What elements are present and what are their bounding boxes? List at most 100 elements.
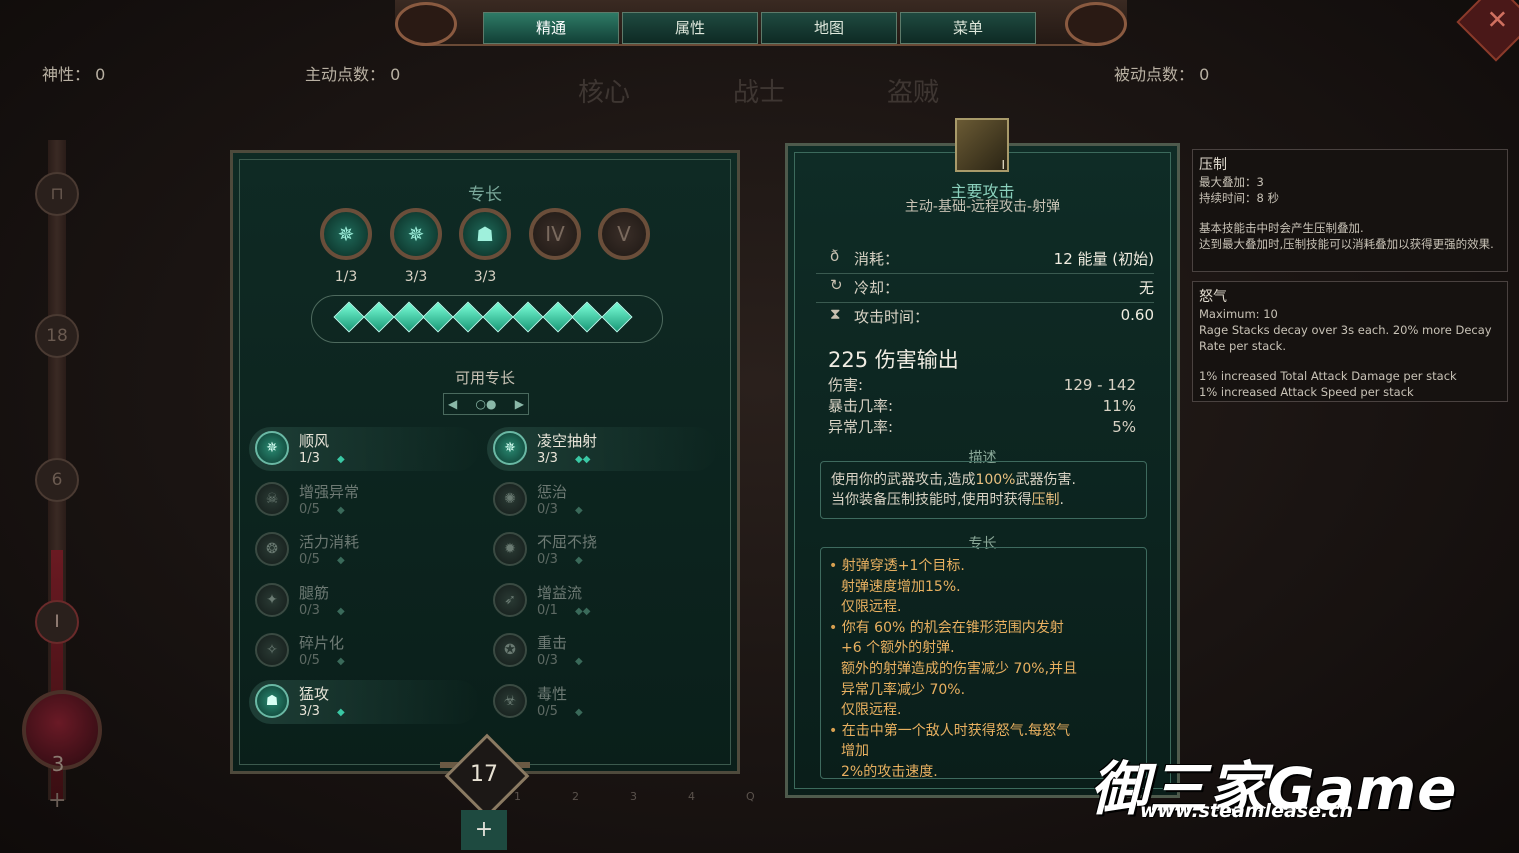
damage-row: 伤害: 129 - 142 — [828, 375, 1136, 396]
spec-item-name: 增强异常 — [299, 482, 360, 501]
mastery-node-5[interactable]: V — [598, 208, 650, 260]
spec-item[interactable]: ☠ 增强异常 0/5 ◆ — [249, 478, 479, 522]
spec-item[interactable]: ✵ 凌空抽射 3/3 ◆◆ — [487, 427, 717, 471]
crit-row: 暴击几率: 11% — [828, 396, 1136, 417]
lock-icon: ⊓ — [35, 172, 79, 216]
spec-item[interactable]: ✪ 重击 0/3 ◆ — [487, 629, 717, 673]
hotkey-3: 3 — [630, 790, 637, 803]
spec-item-count: 0/3 — [299, 602, 320, 618]
spec-item-count: 0/5 — [299, 501, 320, 517]
mastery-node-2[interactable]: ✵ — [390, 208, 442, 260]
spec-item-pips-icon: ◆ — [337, 555, 345, 566]
add-spec-point-button[interactable]: + — [461, 810, 507, 850]
spec-item-count: 3/3 — [299, 703, 320, 719]
desc-text: 使用你的武器攻击,造成 — [831, 472, 976, 488]
spec-item[interactable]: ☗ 猛攻 3/3 ◆ — [249, 679, 479, 724]
tab-map[interactable]: 地图 — [761, 12, 897, 44]
spec-item-pips-icon: ◆ — [575, 555, 583, 566]
spec-item-pips-icon: ◆ — [575, 504, 583, 516]
mastery-node-2-icon: ✵ — [407, 222, 425, 246]
spec-effect-line: 额外的射弹造成的伤害减少 70%,并且 — [829, 659, 1077, 680]
spec-pager: ◀ ○● ▶ — [443, 393, 529, 415]
divinity-stat: 神性： 0 — [42, 61, 105, 85]
divinity-value: 0 — [95, 65, 106, 84]
spec-item[interactable]: ✧ 碎片化 0/5 ◆ — [249, 629, 479, 673]
anomaly-value: 5% — [1112, 418, 1136, 436]
spec-item-count: 0/3 — [537, 501, 558, 517]
spec-effect-line: +6 个额外的射弹. — [829, 638, 1077, 659]
specialization-gem-bar — [311, 295, 663, 343]
spec-item[interactable]: ✹ 不屈不挠 0/3 ◆ — [487, 528, 717, 572]
spec-gem-icon — [542, 301, 574, 333]
cooldown-icon: ↻ — [830, 276, 843, 294]
tab-menu[interactable]: 菜单 — [900, 12, 1036, 44]
desc-text: 当你装备压制技能时,使用时获得 — [831, 492, 1032, 508]
tooltip-line: 基本技能击中时会产生压制叠加. — [1199, 221, 1364, 235]
cost-row: ð 消耗： 12 能量 (初始) — [816, 246, 1154, 272]
crit-label: 暴击几率: — [828, 397, 894, 415]
spec-effect-line: • 射弹穿透+1个目标. — [829, 556, 1077, 577]
mastery-node-1-label: 1/3 — [334, 269, 358, 285]
spec-item-icon: ☣ — [493, 683, 527, 718]
spec-gem-icon — [601, 301, 633, 333]
available-specs-title: 可用专长 — [454, 369, 515, 387]
spec-gem-icon — [333, 301, 365, 333]
spec-item[interactable]: ✺ 惩治 0/3 ◆ — [487, 478, 717, 522]
tooltip-line: Maximum: 10 — [1199, 307, 1278, 321]
prev-page-icon[interactable]: ◀ — [448, 394, 457, 414]
mastery-node-3-icon: ☗ — [476, 222, 494, 246]
spec-item-name: 活力消耗 — [299, 533, 360, 551]
spec-item[interactable]: ✵ 顺风 1/3 ◆ — [249, 427, 479, 471]
cooldown-value: 无 — [1138, 279, 1154, 297]
skill-tags: 主动-基础-远程攻击-射弹 — [904, 199, 1061, 215]
category-core[interactable]: 核心 — [578, 72, 630, 109]
category-rogue[interactable]: 盗贼 — [887, 72, 939, 109]
cost-label: 消耗： — [854, 250, 900, 268]
primary-attack-icon: I — [955, 118, 1009, 172]
spec-effect-text: 异常几率减少 70%. — [841, 681, 966, 698]
attack-time-value: 0.60 — [1120, 306, 1154, 324]
spec-item[interactable]: ☣ 毒性 0/5 ◆ — [487, 680, 717, 724]
spec-item[interactable]: ❂ 活力消耗 0/5 ◆ — [249, 528, 479, 572]
top-navigation: 精通 属性 地图 菜单 — [395, 0, 1127, 46]
desc-highlight: 压制 — [1031, 492, 1060, 508]
tab-attributes[interactable]: 属性 — [622, 12, 758, 44]
mastery-node-3[interactable]: ☗ — [459, 208, 511, 260]
close-icon: ✕ — [1486, 5, 1509, 36]
tooltip-spacer — [1199, 354, 1501, 368]
next-page-icon[interactable]: ▶ — [515, 394, 524, 414]
damage-label: 伤害: — [828, 376, 864, 394]
bullet-icon: • — [829, 558, 842, 574]
spec-effect-text: 额外的射弹造成的伤害减少 70%,并且 — [841, 660, 1078, 677]
bullet-icon: • — [829, 619, 842, 636]
spec-item-name: 碎片化 — [299, 634, 345, 652]
nav-right-ornament — [1065, 2, 1127, 46]
damage-stats: 伤害: 129 - 142 暴击几率: 11% 异常几率: 5% — [828, 375, 1136, 438]
mastery-node-4[interactable]: IV — [529, 208, 581, 260]
mastery-node-1[interactable]: ✵ — [320, 208, 372, 260]
category-warrior[interactable]: 战士 — [733, 72, 785, 109]
spec-item-name: 顺风 — [299, 432, 330, 450]
crit-value: 11% — [1102, 397, 1136, 415]
spec-item[interactable]: ✦ 腿筋 0/3 ◆ — [249, 579, 479, 623]
add-level-button[interactable]: + — [48, 788, 66, 813]
hourglass-icon: ⧗ — [830, 305, 841, 323]
divinity-label: 神性： — [42, 65, 91, 84]
spec-effect-text: 增加 — [841, 743, 869, 760]
divider — [816, 302, 1154, 303]
spec-effect-text: 仅限远程. — [841, 702, 902, 719]
mastery-node-1-icon: ✵ — [337, 222, 355, 246]
tooltip-line: 1% increased Total Attack Damage per sta… — [1199, 369, 1457, 383]
spec-item-icon: ✹ — [493, 532, 527, 566]
spec-effect-line: • 你有 60% 的机会在锥形范围内发射 — [829, 618, 1077, 639]
level-node-1: I — [35, 600, 79, 644]
spec-gem-icon — [571, 301, 603, 333]
spec-item-name: 惩治 — [537, 482, 568, 501]
spec-item[interactable]: ➶ 增益流 0/1 ◆◆ — [487, 579, 717, 623]
spec-item-pips-icon: ◆ — [337, 605, 345, 617]
attack-time-row: ⧗ 攻击时间： 0.60 — [816, 304, 1154, 330]
hotkey-1: 1 — [514, 790, 521, 803]
anomaly-label: 异常几率: — [828, 418, 894, 436]
hotkey-4: 4 — [688, 790, 695, 803]
tab-mastery[interactable]: 精通 — [483, 12, 619, 44]
